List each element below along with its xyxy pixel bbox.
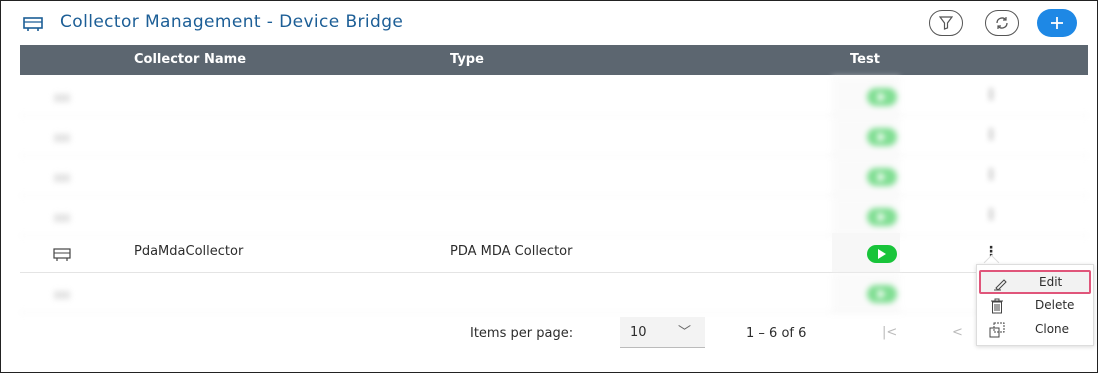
play-icon	[878, 172, 886, 182]
row-context-menu: Edit Delete Clone	[976, 264, 1094, 346]
refresh-icon	[996, 17, 1008, 29]
collector-icon	[53, 170, 71, 182]
add-icon	[1051, 17, 1063, 29]
play-icon	[878, 132, 886, 142]
add-collector-button[interactable]	[1037, 9, 1077, 37]
table-row[interactable]: ⋮	[20, 196, 1088, 236]
filter-button[interactable]	[929, 10, 963, 36]
column-header-test: Test	[850, 52, 880, 67]
run-test-button[interactable]	[867, 128, 897, 146]
menu-item-delete[interactable]: Delete	[977, 295, 1093, 317]
trash-icon	[989, 298, 1005, 314]
play-icon	[878, 289, 886, 299]
row-actions-icon[interactable]: ⋮	[984, 207, 998, 223]
row-actions-icon[interactable]: ⋮	[984, 87, 998, 103]
collector-type: PDA MDA Collector	[450, 244, 573, 259]
collector-icon	[53, 130, 71, 142]
table-row[interactable]: ⋮	[20, 76, 1088, 116]
table-row[interactable]: ⋮	[20, 116, 1088, 156]
play-icon	[878, 212, 886, 222]
items-per-page-select[interactable]: 10 ﹀	[620, 317, 705, 348]
page-title: Collector Management - Device Bridge	[60, 12, 404, 32]
filter-icon	[939, 16, 953, 30]
row-actions-icon[interactable]: ⋮	[984, 127, 998, 143]
run-test-button[interactable]	[867, 245, 897, 263]
pagination: Items per page: 10 ﹀ 1 – 6 of 6 |< <	[0, 312, 1098, 352]
page-range: 1 – 6 of 6	[746, 326, 807, 341]
run-test-button[interactable]	[867, 208, 897, 226]
chevron-down-icon: ﹀	[678, 325, 692, 340]
menu-item-label: Edit	[1039, 275, 1063, 289]
device-bridge-icon	[23, 16, 43, 32]
collector-name[interactable]: PdaMdaCollector	[134, 244, 243, 259]
run-test-button[interactable]	[867, 88, 897, 106]
collector-icon	[53, 287, 71, 299]
menu-item-clone[interactable]: Clone	[977, 319, 1093, 341]
column-header-type[interactable]: Type	[450, 52, 484, 67]
pencil-icon	[993, 275, 1009, 291]
first-page-button[interactable]: |<	[882, 325, 897, 340]
page-header: Collector Management - Device Bridge	[20, 6, 1090, 44]
run-test-button[interactable]	[867, 285, 897, 303]
clone-icon	[989, 322, 1005, 338]
previous-page-button[interactable]: <	[952, 325, 963, 340]
menu-item-label: Clone	[1035, 322, 1070, 336]
collector-icon	[53, 247, 71, 261]
menu-item-edit[interactable]: Edit	[979, 270, 1091, 294]
collector-icon	[53, 210, 71, 222]
play-icon	[878, 249, 886, 259]
table-row[interactable]: ⋮	[20, 156, 1088, 196]
collector-icon	[53, 90, 71, 102]
table-header: Collector Name Type Test	[20, 45, 1088, 75]
play-icon	[878, 92, 886, 102]
table-row[interactable]: PdaMdaCollector PDA MDA Collector ⋮	[20, 233, 1088, 273]
column-header-collector-name[interactable]: Collector Name	[134, 52, 246, 67]
row-actions-icon[interactable]: ⋮	[984, 167, 998, 183]
menu-item-label: Delete	[1035, 298, 1075, 312]
items-per-page-value: 10	[630, 325, 647, 340]
table-row[interactable]	[20, 273, 1088, 313]
items-per-page-label: Items per page:	[470, 326, 574, 341]
run-test-button[interactable]	[867, 168, 897, 186]
refresh-button[interactable]	[985, 10, 1019, 36]
